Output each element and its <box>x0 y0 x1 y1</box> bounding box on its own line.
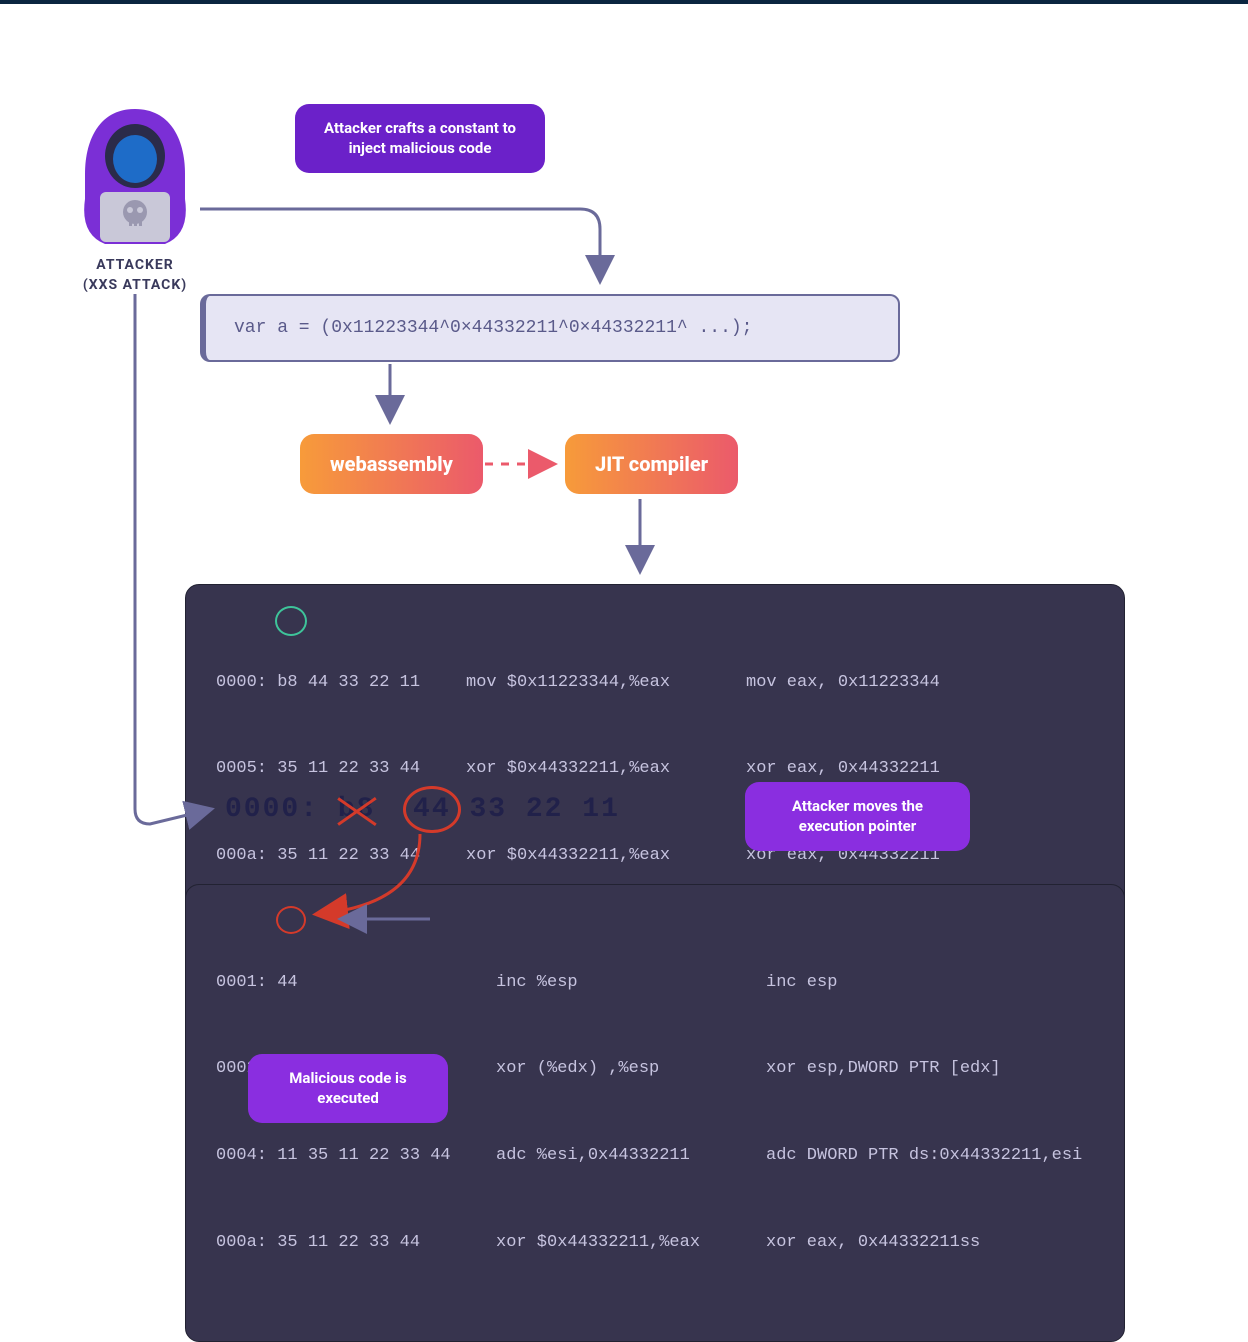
asm2-r0-c1: 0001: 44 <box>216 969 496 998</box>
asm2-r3-c1: 000a: 35 11 22 33 44 <box>216 1229 496 1258</box>
attacker-figure: ATTACKER (XXS ATTACK) <box>70 104 200 295</box>
asm2-r0-c2: inc %esp <box>496 969 766 998</box>
bytes-44-circled: 44 <box>413 794 451 825</box>
asm1-r1-c3: xor eax, 0x44332211 <box>746 755 1094 784</box>
asm1-r2-c2: xor $0x44332211,%eax <box>466 842 746 871</box>
code-snippet: var a = (0x11223344^0×44332211^0×4433221… <box>200 294 900 362</box>
asm1-r2-c1: 000a: 35 11 22 33 44 <box>216 842 466 871</box>
asm2-r0-c3: inc esp <box>766 969 1094 998</box>
callout-executed: Malicious code is executed <box>248 1054 448 1123</box>
bytes-line: 0000: b8 44 33 22 11 <box>225 794 620 825</box>
asm2-r3-c3: xor eax, 0x44332211ss <box>766 1229 1094 1258</box>
asm2-r2-c2: adc %esi,0x44332211 <box>496 1142 766 1171</box>
bytes-prefix: 0000: <box>225 794 338 825</box>
attacker-label-1: ATTACKER <box>96 257 173 273</box>
asm1-r0-c2: mov $0x11223344,%eax <box>466 669 746 698</box>
asm2-r3-c2: xor $0x44332211,%eax <box>496 1229 766 1258</box>
asm1-r1-c1: 0005: 35 11 22 33 44 <box>216 755 466 784</box>
asm1-r0-c1: 0000: b8 44 33 22 11 <box>216 669 466 698</box>
chip-jit: JIT compiler <box>565 434 738 494</box>
attacker-label-2: (XXS ATTACK) <box>83 277 187 293</box>
asm2-r2-c3: adc DWORD PTR ds:0x44332211,esi <box>766 1142 1094 1171</box>
highlight-b8-green <box>275 606 307 636</box>
asm2-r1-c2: xor (%edx) ,%esp <box>496 1055 766 1084</box>
chip-webassembly: webassembly <box>300 434 483 494</box>
callout-craft: Attacker crafts a constant to inject mal… <box>295 104 545 173</box>
asm1-r0-c3: mov eax, 0x11223344 <box>746 669 1094 698</box>
bytes-rest: 33 22 11 <box>469 794 619 825</box>
asm2-r1-c3: xor esp,DWORD PTR [edx] <box>766 1055 1094 1084</box>
highlight-44-red <box>276 906 306 934</box>
attacker-icon <box>70 104 200 244</box>
asm2-r2-c1: 0004: 11 35 11 22 33 44 <box>216 1142 496 1171</box>
asm1-r1-c2: xor $0x44332211,%eax <box>466 755 746 784</box>
callout-move-ptr: Attacker moves the execution pointer <box>745 782 970 851</box>
bytes-b8-struck: b8 <box>338 794 376 825</box>
